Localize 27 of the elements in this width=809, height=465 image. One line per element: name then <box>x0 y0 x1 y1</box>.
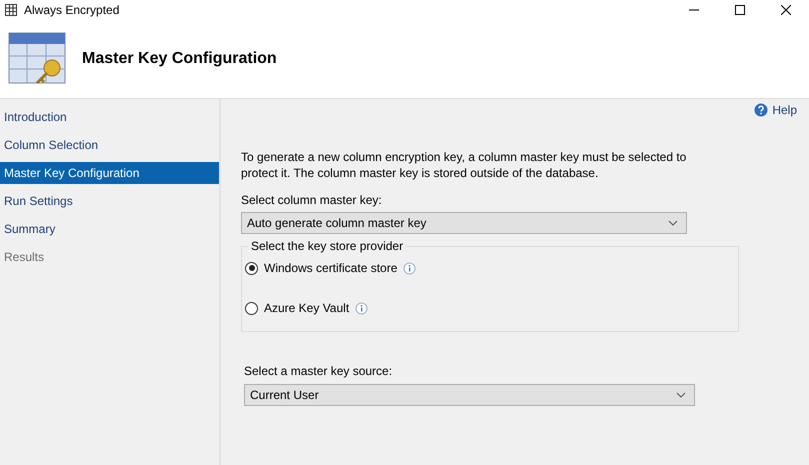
sidebar-item[interactable]: Run Settings <box>0 187 219 215</box>
sidebar-item[interactable]: Summary <box>0 215 219 243</box>
radio-label: Azure Key Vault <box>264 301 350 315</box>
info-icon[interactable] <box>403 262 416 274</box>
field-label: Select a master key source: <box>244 364 394 378</box>
field-label: Select column master key: <box>241 193 383 207</box>
help-icon <box>754 103 768 117</box>
table-icon <box>5 4 17 16</box>
radio-button[interactable] <box>245 302 258 314</box>
sidebar-item[interactable]: Introduction <box>0 103 219 131</box>
maximize-icon <box>735 5 745 15</box>
radio-label: Windows certificate store <box>264 261 398 275</box>
help-link[interactable]: Help <box>754 103 797 117</box>
table-key-icon <box>8 32 66 86</box>
group-label: Select the key store provider <box>248 239 406 253</box>
radio-button[interactable] <box>245 262 258 274</box>
close-icon <box>781 5 791 15</box>
page-title: Master Key Configuration <box>82 50 277 68</box>
chevron-down-icon <box>676 392 686 398</box>
sidebar-item[interactable]: Column Selection <box>0 131 219 159</box>
info-icon[interactable] <box>355 302 368 314</box>
description-text: To generate a new column encryption key, a column master key must be selected to protect it. The column master key is stored outside of the database. <box>241 149 688 181</box>
sidebar-item[interactable]: Master Key Configuration <box>0 162 219 184</box>
chevron-down-icon <box>668 220 678 226</box>
key-source-dropdown[interactable]: Current User <box>244 384 695 406</box>
window-title: Always Encrypted <box>24 3 120 17</box>
master-key-dropdown[interactable]: Auto generate column master key <box>241 212 687 234</box>
